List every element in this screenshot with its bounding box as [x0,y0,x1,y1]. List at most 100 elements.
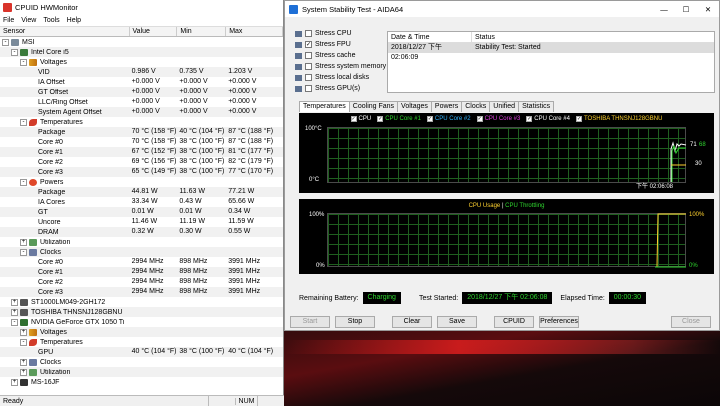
sensor-group-row[interactable]: - Voltages [0,57,283,67]
sensor-group-row[interactable]: - Temperatures [0,337,283,347]
maximize-icon[interactable]: ☐ [675,5,697,14]
sensor-row[interactable]: Package 44.81 W 11.63 W 77.21 W [0,187,283,197]
checkbox-icon[interactable]: ✓ [305,41,312,48]
sensor-name-cell: - MSI [0,38,130,46]
sensor-row[interactable]: LLC/Ring Offset +0.000 V +0.000 V +0.000 V [0,97,283,107]
sensor-row[interactable]: GT 0.01 W 0.01 W 0.34 W [0,207,283,217]
checkbox-icon[interactable] [305,74,312,81]
menu-tools[interactable]: Tools [43,17,59,24]
sensor-row[interactable]: GT Offset +0.000 V +0.000 V +0.000 V [0,87,283,97]
checkbox-icon[interactable] [305,85,312,92]
sensor-row[interactable]: System Agent Offset +0.000 V +0.000 V +0.00… [0,107,283,117]
collapse-icon[interactable]: - [11,318,18,326]
event-status: Stability Test: Started [475,44,541,51]
checkbox-icon[interactable] [305,52,312,59]
expand-icon[interactable]: + [20,328,27,336]
expand-icon[interactable]: + [20,368,27,376]
sensor-group-row[interactable]: + Utilization [0,237,283,247]
sensor-row[interactable]: Core #0 70 °C (158 °F) 38 °C (100 °F) 87 °C… [0,137,283,147]
save-button[interactable]: Save [437,316,477,328]
sensor-group-row[interactable]: - Intel Core i5 [0,47,283,57]
start-button[interactable]: Start [290,316,330,328]
sensor-row[interactable]: Core #3 2994 MHz 898 MHz 3991 MHz [0,287,283,297]
col-sensor[interactable]: Sensor [0,27,130,36]
sensor-row[interactable]: Core #0 2994 MHz 898 MHz 3991 MHz [0,257,283,267]
sensor-group-row[interactable]: - NVIDIA GeForce GTX 1050 Ti [0,317,283,327]
sensor-row[interactable]: Core #2 2994 MHz 898 MHz 3991 MHz [0,277,283,287]
sensor-max: 0.34 W [228,208,251,215]
checkbox-icon[interactable] [305,30,312,37]
sensor-label: Core #0 [38,258,63,266]
sensor-name-cell: Package [0,189,130,196]
stress-option[interactable]: ✓ Stress FPU [295,39,386,50]
sensor-group-row[interactable]: + ST1000LM049-2GH172 [0,297,283,307]
device-icon [295,52,302,59]
event-row[interactable]: 2018/12/27 下午 02:06:09 Stability Test: S… [388,43,714,61]
sensor-value: 33.34 W [131,198,158,205]
tab-unified[interactable]: Unified [489,101,520,112]
sensor-row[interactable]: Core #1 2994 MHz 898 MHz 3991 MHz [0,267,283,277]
collapse-icon[interactable]: - [11,48,18,56]
cpuid-button[interactable]: CPUID [494,316,534,328]
stress-option[interactable]: Stress CPU [295,28,386,39]
tab-powers[interactable]: Powers [430,101,463,112]
clear-button[interactable]: Clear [392,316,432,328]
stress-option[interactable]: Stress cache [295,50,386,61]
sensor-group-row[interactable]: + MS-16JF [0,377,283,387]
tab-cooling-fans[interactable]: Cooling Fans [348,101,399,112]
sensor-row[interactable]: DRAM 0.32 W 0.30 W 0.55 W [0,227,283,237]
collapse-icon[interactable]: - [20,118,27,126]
menu-view[interactable]: View [21,17,36,24]
close-icon[interactable]: ✕ [697,5,719,14]
sensor-row[interactable]: Core #2 69 °C (156 °F) 38 °C (100 °F) 82 °C… [0,157,283,167]
sensor-group-row[interactable]: + Voltages [0,327,283,337]
sensor-row[interactable]: GPU 40 °C (104 °F) 38 °C (100 °F) 40 °C (10… [0,347,283,357]
expand-icon[interactable]: + [11,308,18,316]
menu-file[interactable]: File [3,17,14,24]
sensor-row[interactable]: Core #3 65 °C (149 °F) 38 °C (100 °F) 77 °C… [0,167,283,177]
stress-option[interactable]: Stress system memory [295,61,386,72]
minimize-icon[interactable]: — [653,5,675,14]
sensor-min: 40 °C (104 °F) [179,128,225,135]
expand-icon[interactable]: + [20,238,27,246]
expand-icon[interactable]: + [11,378,18,386]
preferences-button[interactable]: Preferences [539,316,579,328]
tab-statistics[interactable]: Statistics [518,101,555,112]
aida64-title: System Stability Test - AIDA64 [302,4,404,14]
sensor-group-row[interactable]: - Powers [0,177,283,187]
sensor-row[interactable]: VID 0.986 V 0.735 V 1.203 V [0,67,283,77]
checkbox-icon[interactable] [305,63,312,70]
sensor-row[interactable]: Package 70 °C (158 °F) 40 °C (104 °F) 87 °C… [0,127,283,137]
collapse-icon[interactable]: - [20,58,27,66]
expand-icon[interactable]: + [11,298,18,306]
col-value[interactable]: Value [130,27,178,36]
col-max[interactable]: Max [226,27,283,36]
sensor-group-row[interactable]: - Temperatures [0,117,283,127]
tab-temperatures[interactable]: Temperatures [299,101,350,112]
sensor-row[interactable]: IA Cores 33.34 W 0.43 W 65.66 W [0,197,283,207]
sensor-group-row[interactable]: + Clocks [0,357,283,367]
sensor-group-row[interactable]: + TOSHIBA THNSNJ128GBNU [0,307,283,317]
sensor-name-cell: + Clocks [0,358,130,366]
collapse-icon[interactable]: - [20,338,27,346]
collapse-icon[interactable]: - [20,178,27,186]
sensor-group-row[interactable]: + Utilization [0,367,283,377]
sensor-group-row[interactable]: - MSI [0,37,283,47]
tab-voltages[interactable]: Voltages [397,101,432,112]
close-button[interactable]: Close [671,316,711,328]
collapse-icon[interactable]: - [20,248,27,256]
sensor-row[interactable]: Core #1 67 °C (152 °F) 38 °C (100 °F) 81 °C… [0,147,283,157]
expand-icon[interactable]: + [20,358,27,366]
collapse-icon[interactable]: - [2,38,9,46]
stress-option[interactable]: Stress GPU(s) [295,83,386,94]
sensor-group-row[interactable]: - Clocks [0,247,283,257]
stop-button[interactable]: Stop [335,316,375,328]
sensor-row[interactable]: Uncore 11.46 W 11.19 W 11.59 W [0,217,283,227]
menu-help[interactable]: Help [67,17,81,24]
sensor-row[interactable]: IA Offset +0.000 V +0.000 V +0.000 V [0,77,283,87]
stress-option[interactable]: Stress local disks [295,72,386,83]
col-min[interactable]: Min [177,27,227,36]
sensor-label: MSI [22,38,35,46]
sensor-label: Core #2 [38,158,63,166]
tab-clocks[interactable]: Clocks [461,101,491,112]
